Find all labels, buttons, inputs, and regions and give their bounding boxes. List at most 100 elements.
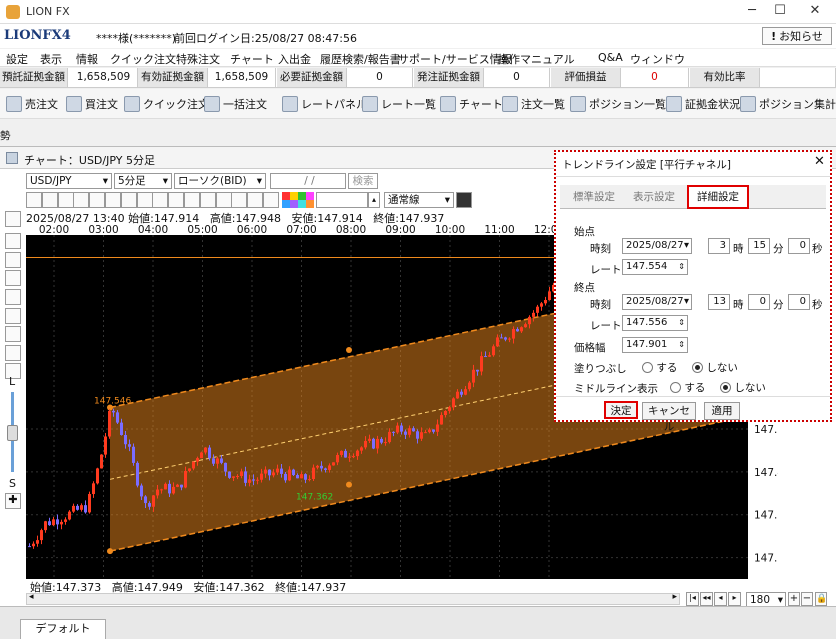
side-tool-icon-5[interactable]	[5, 308, 21, 324]
menu-item-0[interactable]: 設定	[6, 51, 28, 67]
start-second-input[interactable]: 0	[788, 238, 810, 254]
midline-yes-radio[interactable]: する	[670, 380, 705, 395]
draw-tool-icon-15[interactable]	[263, 192, 279, 208]
menu-item-9[interactable]: 操作マニュアル	[498, 51, 575, 67]
draw-tool-icon-11[interactable]	[199, 192, 216, 208]
add-icon[interactable]: ✚	[5, 493, 21, 509]
first-icon[interactable]: |◂	[686, 592, 699, 606]
horizontal-scrollbar[interactable]: ◂ ▸	[26, 592, 680, 605]
toolbar-button-6[interactable]: チャート	[440, 96, 503, 112]
draw-tool-icon-3[interactable]	[73, 192, 90, 208]
draw-tool-icon-13[interactable]	[231, 192, 248, 208]
maximize-button[interactable]: ☐	[770, 3, 790, 21]
toolbar-button-1[interactable]: 買注文	[66, 96, 118, 112]
pair-select[interactable]: USD/JPY ▾	[26, 173, 112, 189]
draw-tool-icon-2[interactable]	[57, 192, 74, 208]
tab-detail[interactable]: 詳細設定	[687, 185, 749, 209]
minimize-button[interactable]: ─	[742, 3, 762, 21]
ok-button[interactable]: 決定	[604, 401, 638, 419]
zoom-out-icon[interactable]: −	[801, 592, 813, 606]
menu-item-3[interactable]: クイック注文	[110, 51, 176, 67]
menu-item-11[interactable]: ウィンドウ	[630, 51, 685, 67]
side-tool-icon-7[interactable]	[5, 345, 21, 361]
candle-body-3	[40, 530, 43, 541]
candle-body-2	[36, 540, 39, 544]
toolbar-button-10[interactable]: ポジション集計	[740, 96, 836, 112]
draw-tool-icon-4[interactable]	[89, 192, 106, 208]
menu-item-5[interactable]: チャート	[230, 51, 274, 67]
tab-default[interactable]: デフォルト	[20, 619, 106, 639]
menu-item-10[interactable]: Q&A	[598, 51, 623, 64]
line-width-input[interactable]	[316, 192, 368, 208]
draw-tool-icon-12[interactable]	[215, 192, 232, 208]
chart-type-select[interactable]: ローソク(BID) ▾	[174, 173, 266, 189]
end-minute-input[interactable]: 0	[748, 294, 770, 310]
side-tool-icon-6[interactable]	[5, 326, 21, 342]
fill-yes-radio[interactable]: する	[642, 360, 677, 375]
forward-icon[interactable]: ▸	[728, 592, 741, 606]
interval-select[interactable]: 5分足 ▾	[114, 173, 172, 189]
menu-item-2[interactable]: 情報	[76, 51, 98, 67]
fast-back-icon[interactable]: ◂◂	[700, 592, 713, 606]
lock-icon[interactable]: 🔒	[815, 592, 827, 606]
menu-item-8[interactable]: サポート/サービス情報	[398, 51, 512, 67]
tab-standard[interactable]: 標準設定	[566, 188, 622, 207]
toolbar-button-7[interactable]: 注文一覧	[502, 96, 565, 112]
zoom-thumb[interactable]	[7, 425, 18, 441]
side-tool-icon-1[interactable]	[5, 233, 21, 249]
end-rate-input[interactable]: 147.556 ⇕	[622, 315, 688, 331]
menu-item-1[interactable]: 表示	[40, 51, 62, 67]
end-second-input[interactable]: 0	[788, 294, 810, 310]
line-type-select[interactable]: 通常線 ▾	[384, 192, 454, 208]
fill-no-radio[interactable]: しない	[692, 360, 738, 375]
back-icon[interactable]: ◂	[714, 592, 727, 606]
end-date-input[interactable]: 2025/08/27 ▾	[622, 294, 692, 310]
search-button[interactable]: 検索	[348, 173, 378, 189]
midline-no-radio[interactable]: しない	[720, 380, 766, 395]
width-input[interactable]: 147.901 ⇕	[622, 337, 688, 353]
dialog-close-icon[interactable]: ✕	[814, 154, 825, 169]
start-hour-input[interactable]: 3	[708, 238, 730, 254]
draw-tool-icon-10[interactable]	[184, 192, 200, 208]
draw-tool-icon-0[interactable]	[26, 192, 42, 208]
color-palette[interactable]	[282, 192, 314, 208]
bars-count-select[interactable]: 180 ▾	[746, 592, 786, 607]
line-width-stepper[interactable]: ▴	[368, 192, 380, 208]
side-tool-icon-3[interactable]	[5, 270, 21, 286]
toolbar-button-5[interactable]: レート一覧	[362, 96, 436, 112]
candle-body-23	[120, 422, 123, 436]
candle-body-113	[480, 356, 483, 372]
draw-tool-icon-5[interactable]	[105, 192, 121, 208]
toolbar-button-8[interactable]: ポジション一覧	[570, 96, 666, 112]
draw-tool-icon-6[interactable]	[120, 192, 137, 208]
draw-tool-icon-14[interactable]	[247, 192, 264, 208]
apply-button[interactable]: 適用	[704, 402, 740, 420]
draw-tool-icon-7[interactable]	[136, 192, 153, 208]
toolbar-button-0[interactable]: 売注文	[6, 96, 58, 112]
end-hour-input[interactable]: 13	[708, 294, 730, 310]
toolbar-button-4[interactable]: レートパネル	[282, 96, 367, 112]
menu-item-7[interactable]: 履歴検索/報告書	[320, 51, 401, 67]
start-date-input[interactable]: 2025/08/27 ▾	[622, 238, 692, 254]
pen-icon[interactable]	[456, 192, 472, 208]
side-tool-icon-2[interactable]	[5, 252, 21, 268]
toolbar-button-9[interactable]: 証拠金状況	[666, 96, 740, 112]
annotation-high: 147.546	[94, 397, 131, 407]
side-tool-icon-0[interactable]	[5, 211, 21, 227]
toolbar-button-3[interactable]: 一括注文	[204, 96, 267, 112]
cancel-button[interactable]: キャンセル	[642, 402, 696, 433]
close-button[interactable]: ✕	[805, 3, 825, 21]
start-rate-input[interactable]: 147.554 ⇕	[622, 259, 688, 275]
menu-item-6[interactable]: 入出金	[278, 51, 311, 67]
date-input[interactable]: / /	[270, 173, 346, 189]
draw-tool-icon-1[interactable]	[41, 192, 58, 208]
tab-display[interactable]: 表示設定	[626, 188, 682, 207]
menu-item-4[interactable]: 特殊注文	[176, 51, 220, 67]
draw-tool-icon-8[interactable]	[152, 192, 169, 208]
side-tool-icon-4[interactable]	[5, 289, 21, 305]
start-minute-input[interactable]: 15	[748, 238, 770, 254]
draw-tool-icon-9[interactable]	[168, 192, 185, 208]
notice-button[interactable]: ! お知らせ	[762, 27, 832, 45]
toolbar-button-2[interactable]: クイック注文	[124, 96, 209, 112]
zoom-in-icon[interactable]: +	[788, 592, 800, 606]
